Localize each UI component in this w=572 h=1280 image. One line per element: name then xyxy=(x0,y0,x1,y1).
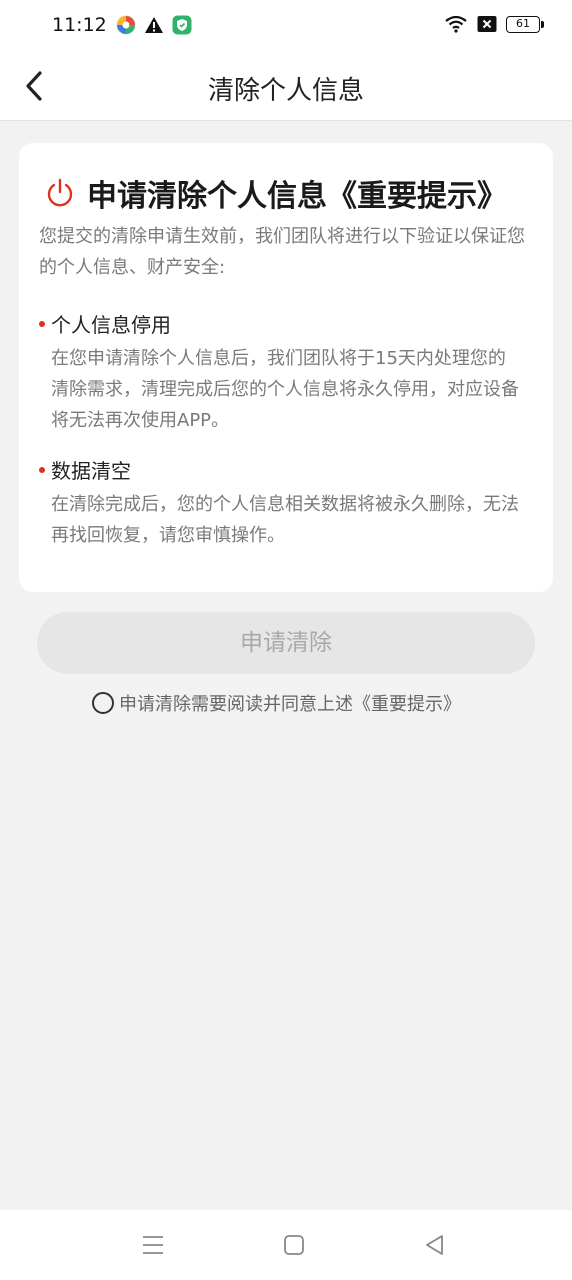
shield-app-icon xyxy=(172,15,192,35)
colorful-app-icon xyxy=(116,15,136,35)
bullet-dot xyxy=(39,320,45,327)
agree-radio[interactable] xyxy=(92,692,114,714)
agree-text: 申请清除需要阅读并同意上述《重要提示》 xyxy=(119,694,461,715)
section-title-clear-data: 数据清空 xyxy=(39,455,131,484)
status-time: 11:12 xyxy=(52,14,107,36)
status-system-icons: 61 xyxy=(444,15,544,33)
apply-clear-button[interactable]: 申请清除 xyxy=(37,612,535,674)
notice-title: 申请清除个人信息《重要提示》 xyxy=(87,179,507,214)
back-triangle-icon[interactable] xyxy=(422,1232,448,1258)
notice-intro: 您提交的清除申请生效前，我们团队将进行以下验证以保证您的个人信息、财产安全: xyxy=(39,226,525,278)
battery-icon: 61 xyxy=(506,15,544,33)
warning-icon xyxy=(145,17,163,33)
top-app-bar: 清除个人信息 xyxy=(0,52,572,121)
menu-icon[interactable] xyxy=(140,1232,166,1258)
notice-card: 申请清除个人信息《重要提示》 您提交的清除申请生效前，我们团队将进行以下验证以保… xyxy=(19,143,553,592)
page-title: 清除个人信息 xyxy=(207,76,364,106)
notice-title-row: 申请清除个人信息《重要提示》 xyxy=(45,171,507,215)
system-nav-bar xyxy=(0,1210,572,1280)
section-body-deactivate: 在您申请清除个人信息后，我们团队将于15天内处理您的清除需求，清理完成后您的个人… xyxy=(51,348,519,431)
wifi-icon xyxy=(445,15,467,33)
bullet-dot xyxy=(39,466,45,473)
home-icon[interactable] xyxy=(281,1232,307,1258)
section-title-text: 个人信息停用 xyxy=(51,313,171,337)
section-body-clear-data: 在清除完成后，您的个人信息相关数据将被永久删除，无法再找回恢复，请您审慎操作。 xyxy=(51,494,519,546)
section-title-text: 数据清空 xyxy=(51,459,131,483)
status-notification-icons xyxy=(116,15,192,35)
agreement-row[interactable]: 申请清除需要阅读并同意上述《重要提示》 xyxy=(92,690,461,716)
status-bar: 11:12 61 xyxy=(0,0,572,52)
power-icon xyxy=(47,178,73,207)
section-title-deactivate: 个人信息停用 xyxy=(39,309,171,338)
sim-off-icon xyxy=(477,16,497,32)
